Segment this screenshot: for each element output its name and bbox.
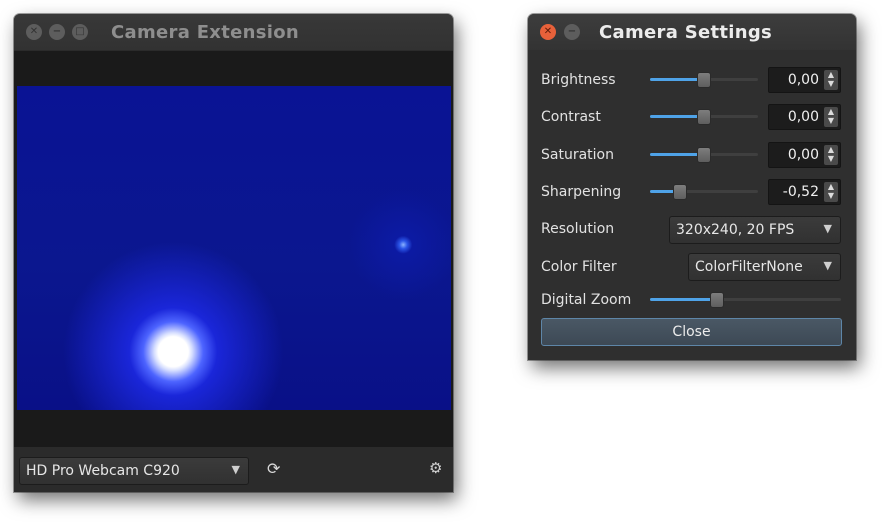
color-filter-label: Color Filter <box>541 259 617 275</box>
sharpening-value: -0,52 <box>782 184 819 200</box>
spin-arrows-icon[interactable]: ▲ ▼ <box>824 145 838 165</box>
close-button[interactable]: Close <box>541 318 842 346</box>
refresh-icon[interactable]: ⟳ <box>267 459 280 478</box>
minimize-icon[interactable]: − <box>49 24 65 40</box>
camera-feed-image <box>17 86 451 410</box>
saturation-value: 0,00 <box>787 147 819 163</box>
camera-settings-window: ✕ − Camera Settings Brightness 0,00 ▲ ▼ C… <box>528 14 856 360</box>
webcam-device-select[interactable]: HD Pro Webcam C920 ▼ <box>19 457 249 485</box>
chevron-down-icon: ▼ <box>231 463 240 476</box>
close-icon[interactable]: ✕ <box>26 24 42 40</box>
color-filter-value: ColorFilterNone <box>695 259 803 275</box>
chevron-down-icon: ▼ <box>823 259 832 272</box>
resolution-select[interactable]: 320x240, 20 FPS ▼ <box>669 216 841 244</box>
brightness-slider[interactable] <box>650 72 758 88</box>
slider-thumb[interactable] <box>697 109 711 125</box>
gear-icon[interactable]: ⚙ <box>429 459 442 477</box>
spin-arrows-icon[interactable]: ▲ ▼ <box>824 182 838 202</box>
slider-fill <box>650 298 717 301</box>
sharpening-spinbox[interactable]: -0,52 ▲ ▼ <box>768 179 841 205</box>
contrast-spinbox[interactable]: 0,00 ▲ ▼ <box>768 104 841 130</box>
webcam-device-value: HD Pro Webcam C920 <box>26 463 180 479</box>
slider-thumb[interactable] <box>673 184 688 200</box>
contrast-value: 0,00 <box>787 109 819 125</box>
digital-zoom-slider[interactable] <box>650 292 841 308</box>
slider-thumb[interactable] <box>709 292 724 308</box>
contrast-label: Contrast <box>541 109 601 125</box>
settings-body: Brightness 0,00 ▲ ▼ Contrast 0,00 ▲ ▼ Satu… <box>528 50 856 360</box>
slider-fill <box>650 78 704 81</box>
saturation-spinbox[interactable]: 0,00 ▲ ▼ <box>768 142 841 168</box>
settings-titlebar: ✕ − Camera Settings <box>528 14 856 50</box>
sharpening-slider[interactable] <box>650 184 758 200</box>
maximize-icon[interactable]: □ <box>72 24 88 40</box>
contrast-slider[interactable] <box>650 109 758 125</box>
video-preview-area <box>14 51 453 447</box>
resolution-value: 320x240, 20 FPS <box>676 222 795 238</box>
brightness-value: 0,00 <box>787 72 819 88</box>
brightness-spinbox[interactable]: 0,00 ▲ ▼ <box>768 67 841 93</box>
slider-thumb[interactable] <box>697 147 711 163</box>
sharpening-label: Sharpening <box>541 184 622 200</box>
minimize-icon[interactable]: − <box>564 24 580 40</box>
slider-fill <box>650 115 704 118</box>
slider-fill <box>650 153 704 156</box>
resolution-label: Resolution <box>541 221 615 237</box>
digital-zoom-label: Digital Zoom <box>541 292 632 308</box>
window-title: Camera Settings <box>599 22 773 43</box>
saturation-label: Saturation <box>541 147 614 163</box>
saturation-slider[interactable] <box>650 147 758 163</box>
close-icon[interactable]: ✕ <box>540 24 556 40</box>
camera-titlebar: ✕ − □ Camera Extension <box>14 14 453 50</box>
spin-arrows-icon[interactable]: ▲ ▼ <box>824 70 838 90</box>
camera-extension-window: ✕ − □ Camera Extension HD Pro Webcam C92… <box>14 14 453 492</box>
brightness-label: Brightness <box>541 72 616 88</box>
spin-arrows-icon[interactable]: ▲ ▼ <box>824 107 838 127</box>
window-title: Camera Extension <box>111 22 300 43</box>
camera-bottom-bar: HD Pro Webcam C920 ▼ ⟳ ⚙ <box>14 447 453 492</box>
color-filter-select[interactable]: ColorFilterNone ▼ <box>688 253 841 281</box>
chevron-down-icon: ▼ <box>823 222 832 235</box>
slider-thumb[interactable] <box>697 72 711 88</box>
